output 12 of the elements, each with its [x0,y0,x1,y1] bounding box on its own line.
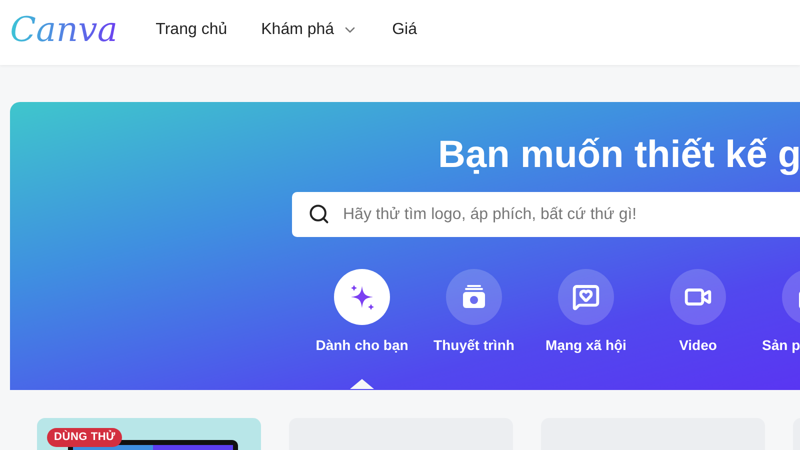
category-tab[interactable]: Thuyết trình [418,269,530,356]
nav-link[interactable]: Giá [392,18,417,42]
category-tab[interactable]: Video [642,269,754,356]
search-field[interactable]: Hãy thử tìm logo, áp phích, bất cứ thứ gì! [292,192,800,237]
category-tab[interactable]: Dành cho bạn [306,269,418,356]
nav-link[interactable]: Khám phá [261,18,358,42]
category-tab[interactable]: Sản p [754,269,800,356]
trial-badge: DÙNG THỬ [47,428,122,446]
hero-title: Bạn muốn thiết kế g [437,133,800,178]
category-tab[interactable]: Mạng xã hội [530,269,642,356]
nav-link[interactable]: Trang chủ [156,18,228,42]
design-card[interactable]: DÙNG THỬ [37,418,261,450]
